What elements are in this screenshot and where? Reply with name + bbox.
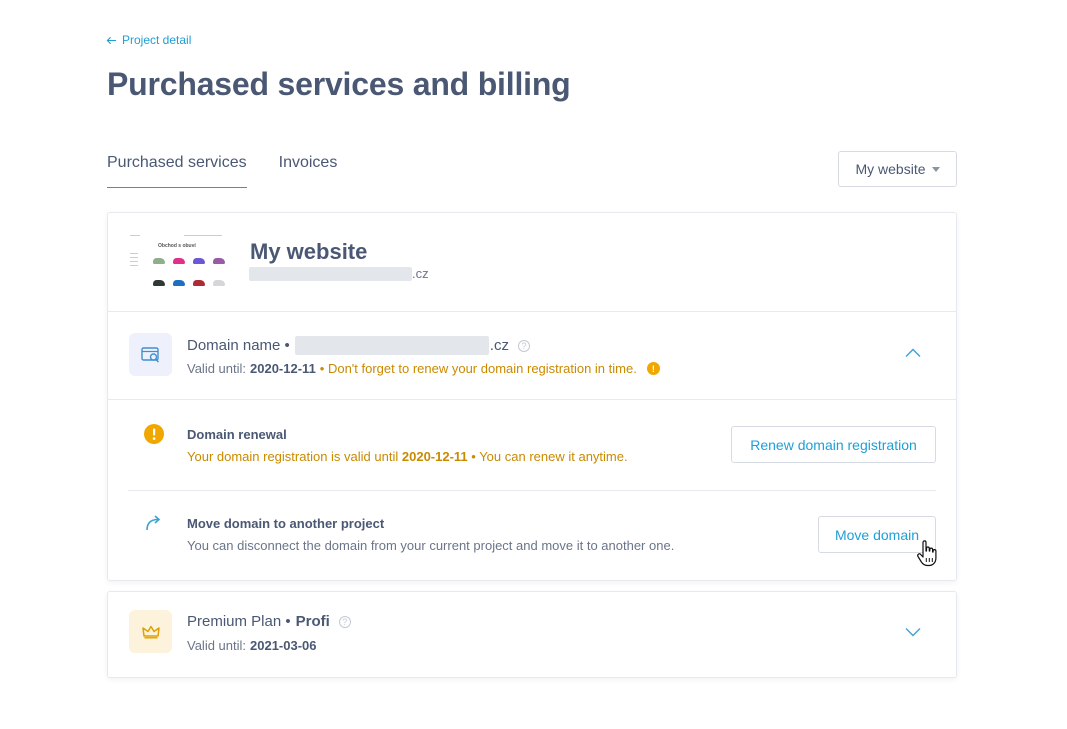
site-name: My website: [250, 239, 368, 264]
arrow-left-icon: [106, 36, 117, 44]
domain-renewal-row: Domain renewal Your domain registration …: [128, 400, 936, 491]
tab-invoices[interactable]: Invoices: [279, 154, 338, 188]
site-header: Obchod s obuví My website .cz: [108, 213, 956, 312]
domain-row[interactable]: Domain name • .cz ? Valid until: 2020-12…: [108, 312, 956, 400]
domain-renewal-title: Domain renewal: [187, 427, 287, 442]
crown-icon: [141, 625, 160, 639]
plan-valid-date: 2021-03-06: [250, 638, 317, 653]
domain-icon-box: [129, 333, 172, 376]
warning-icon: [144, 424, 164, 444]
plan-name: Profi: [295, 613, 330, 630]
warning-icon: !: [646, 362, 660, 375]
domain-renew-warning: • Don't forget to renew your domain regi…: [319, 361, 637, 376]
help-icon[interactable]: ?: [517, 339, 530, 352]
plan-valid-label: Valid until:: [187, 638, 247, 653]
move-domain-row: Move domain to another project You can d…: [128, 491, 936, 581]
tabs: Purchased services Invoices: [107, 154, 337, 188]
thumbnail-title: Obchod s obuví: [158, 243, 196, 249]
renewal-date: 2020-12-11: [401, 449, 468, 464]
hand-cursor-icon: [917, 540, 937, 567]
back-link[interactable]: Project detail: [106, 33, 191, 47]
plan-title-label: Premium Plan •: [187, 613, 291, 630]
chevron-up-icon[interactable]: [905, 348, 921, 358]
tab-purchased-services[interactable]: Purchased services: [107, 154, 247, 188]
domain-search-icon: [140, 346, 159, 363]
domain-valid-date: 2020-12-11: [250, 361, 316, 376]
site-url-suffix: .cz: [412, 266, 429, 281]
back-link-label: Project detail: [122, 33, 192, 47]
domain-renewal-text: Your domain registration is valid until …: [187, 449, 628, 464]
redacted-domain-name: [294, 336, 489, 355]
renew-domain-button[interactable]: Renew domain registration: [731, 426, 936, 463]
domain-name-suffix: .cz: [489, 337, 509, 354]
renewal-text-after: • You can renew it anytime.: [471, 449, 628, 464]
site-url: .cz: [249, 266, 429, 281]
project-select[interactable]: My website: [838, 151, 957, 187]
move-domain-text: You can disconnect the domain from your …: [187, 538, 675, 553]
caret-down-icon: [931, 166, 940, 172]
help-icon[interactable]: ?: [338, 615, 351, 628]
move-domain-title: Move domain to another project: [187, 516, 385, 531]
redirect-arrow-icon: [146, 515, 161, 531]
domain-title-label: Domain name •: [187, 337, 290, 354]
domain-title: Domain name • .cz ?: [187, 336, 530, 355]
plan-icon-box: [129, 610, 172, 653]
site-thumbnail: Obchod s obuví: [128, 231, 225, 293]
renewal-text-before: Your domain registration is valid until: [187, 449, 399, 464]
plan-validity: Valid until: 2021-03-06: [187, 638, 317, 653]
chevron-down-icon[interactable]: [905, 627, 921, 637]
project-select-value: My website: [855, 161, 926, 177]
page-title: Purchased services and billing: [107, 66, 571, 102]
domain-valid-label: Valid until:: [187, 361, 247, 376]
domain-card: Obchod s obuví My website .cz Domain nam…: [107, 212, 957, 581]
premium-plan-card[interactable]: Premium Plan • Profi ? Valid until: 2021…: [107, 591, 957, 678]
redacted-domain: [249, 266, 412, 281]
domain-validity: Valid until: 2020-12-11 • Don't forget t…: [187, 361, 660, 376]
plan-title: Premium Plan • Profi ?: [187, 613, 351, 630]
